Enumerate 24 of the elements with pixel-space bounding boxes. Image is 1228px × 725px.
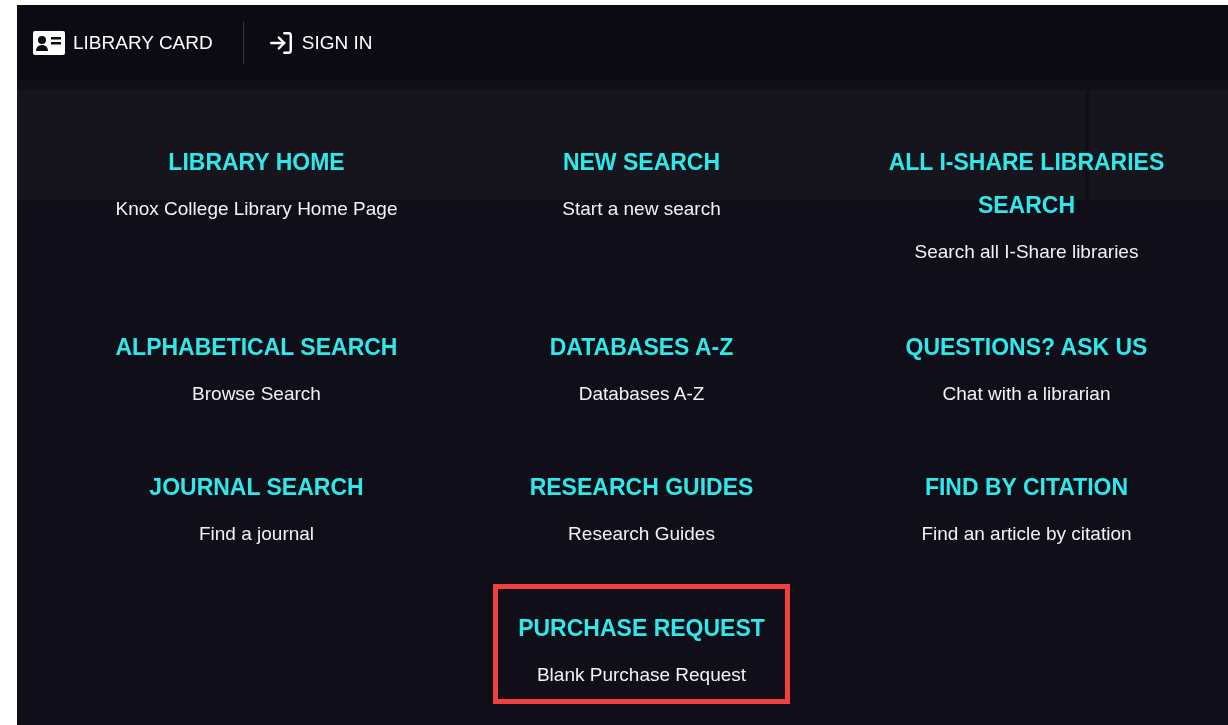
- menu-description: Find an article by citation: [921, 522, 1132, 546]
- menu-link[interactable]: PURCHASE REQUEST: [518, 607, 765, 650]
- menu-link[interactable]: FIND BY CITATION: [924, 466, 1129, 509]
- menu-link[interactable]: NEW SEARCH: [562, 141, 721, 184]
- menu-description: Search all I-Share libraries: [914, 240, 1139, 264]
- menu-description: Chat with a librarian: [942, 382, 1111, 406]
- menu-description: Research Guides: [568, 522, 715, 546]
- menu-link[interactable]: QUESTIONS? ASK US: [905, 326, 1148, 369]
- id-card-icon: [33, 30, 65, 55]
- sign-in-button[interactable]: SIGN IN: [267, 23, 373, 62]
- menu-link[interactable]: RESEARCH GUIDES: [529, 466, 754, 509]
- menu-description: Browse Search: [192, 382, 321, 406]
- menu-description: Knox College Library Home Page: [115, 197, 398, 221]
- menu-link[interactable]: JOURNAL SEARCH: [149, 466, 364, 509]
- menu-description: Blank Purchase Request: [536, 663, 747, 687]
- menu-link[interactable]: ALL I-SHARE LIBRARIES SEARCH: [881, 141, 1172, 227]
- menu-link[interactable]: LIBRARY HOME: [168, 141, 345, 184]
- library-card-button[interactable]: LIBRARY CARD: [33, 24, 213, 61]
- menu-description: Databases A-Z: [578, 382, 705, 406]
- menu-link[interactable]: ALPHABETICAL SEARCH: [115, 326, 398, 369]
- menu-description: Start a new search: [562, 197, 721, 221]
- menu-link[interactable]: DATABASES A-Z: [549, 326, 734, 369]
- sign-in-icon: [267, 29, 294, 56]
- menu-description: Find a journal: [198, 522, 315, 546]
